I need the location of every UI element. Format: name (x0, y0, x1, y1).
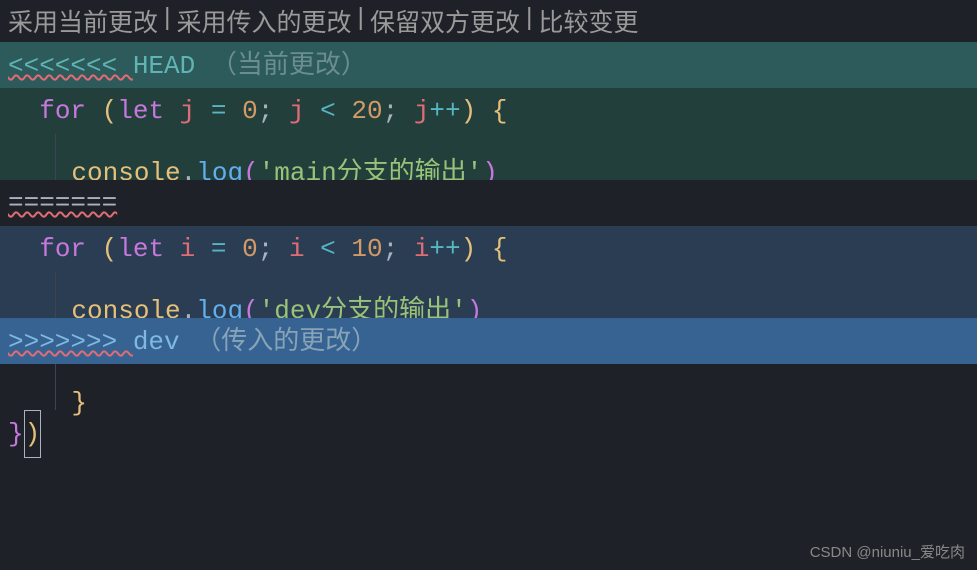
incoming-label: dev (133, 327, 180, 357)
separator-text: ======= (8, 188, 117, 218)
semicolon: ; (258, 96, 274, 126)
paren-open: ( (102, 96, 118, 126)
compare-changes-link[interactable]: 比较变更 (539, 3, 639, 39)
for-keyword: for (39, 234, 86, 264)
code-line-close-brace-1: } (0, 364, 977, 410)
brace-open: { (492, 96, 508, 126)
head-description: （当前更改） (211, 50, 367, 80)
conflict-head-marker: <<<<<<< HEAD （当前更改） (0, 42, 977, 88)
variable: i (289, 234, 305, 264)
brace-close: } (8, 419, 24, 449)
code-line-close-brace-2: }) (0, 410, 977, 456)
variable: i (180, 234, 196, 264)
incoming-marker-symbol: >>>>>>> (8, 327, 133, 357)
accept-current-link[interactable]: 采用当前更改 (8, 3, 158, 39)
let-keyword: let (117, 96, 164, 126)
for-keyword: for (39, 96, 86, 126)
paren-close: ) (461, 96, 477, 126)
number-literal: 0 (242, 234, 258, 264)
brace-open: { (492, 234, 508, 264)
current-code-line-1: for (let j = 0; j < 20; j++) { (0, 88, 977, 134)
let-keyword: let (117, 234, 164, 264)
semicolon: ; (383, 234, 399, 264)
number-literal: 0 (242, 96, 258, 126)
separator: | (358, 3, 365, 39)
current-code-line-2: console.log('main分支的输出') (0, 134, 977, 180)
equals-op: = (211, 234, 227, 264)
head-marker-symbol: <<<<<<< (8, 51, 133, 81)
cursor: ) (24, 410, 42, 458)
head-label: HEAD (133, 51, 195, 81)
equals-op: = (211, 96, 227, 126)
number-literal: 20 (351, 96, 382, 126)
conflict-incoming-marker: >>>>>>> dev （传入的更改） (0, 318, 977, 364)
increment-op: ++ (429, 96, 460, 126)
semicolon: ; (383, 96, 399, 126)
separator: | (164, 3, 171, 39)
lt-op: < (320, 234, 336, 264)
conflict-separator: ======= (0, 180, 977, 226)
semicolon: ; (258, 234, 274, 264)
variable: j (289, 96, 305, 126)
paren-open: ( (102, 234, 118, 264)
number-literal: 10 (351, 234, 382, 264)
increment-op: ++ (429, 234, 460, 264)
merge-codelens-bar: 采用当前更改 | 采用传入的更改 | 保留双方更改 | 比较变更 (0, 0, 977, 42)
variable: i (414, 234, 430, 264)
accept-incoming-link[interactable]: 采用传入的更改 (177, 3, 352, 39)
watermark: CSDN @niuniu_爱吃肉 (810, 541, 965, 562)
paren-close: ) (25, 419, 41, 449)
paren-close: ) (461, 234, 477, 264)
accept-both-link[interactable]: 保留双方更改 (370, 3, 520, 39)
incoming-description: （传入的更改） (195, 326, 377, 356)
variable: j (414, 96, 430, 126)
lt-op: < (320, 96, 336, 126)
variable: j (180, 96, 196, 126)
incoming-code-line-2: console.log('dev分支的输出') (0, 272, 977, 318)
incoming-code-line-1: for (let i = 0; i < 10; i++) { (0, 226, 977, 272)
separator: | (526, 3, 533, 39)
